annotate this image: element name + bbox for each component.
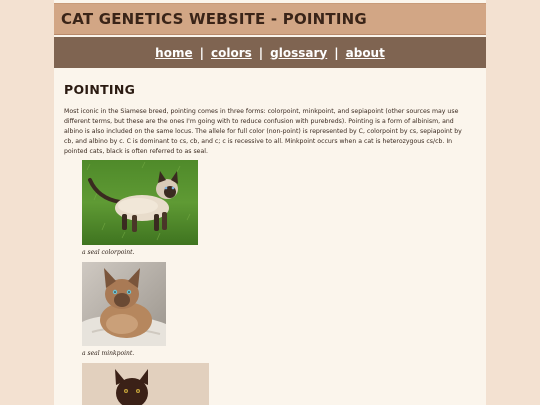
main-content: POINTING Most iconic in the Siamese bree…	[64, 82, 472, 157]
nav-link-glossary[interactable]: glossary	[270, 46, 327, 60]
figure-sepiapoint	[82, 363, 209, 405]
nav-link-colors[interactable]: colors	[211, 46, 252, 60]
dark-cat-photo	[82, 363, 209, 405]
nav-separator: |	[258, 45, 264, 60]
siamese-cat-photo	[82, 160, 198, 245]
figure-caption: a seal minkpoint.	[82, 350, 135, 357]
page-title: POINTING	[64, 82, 136, 97]
main-nav: home | colors | glossary | about	[54, 37, 486, 68]
figure-caption: a seal colorpoint.	[82, 249, 135, 256]
nav-separator: |	[199, 45, 204, 60]
nav-separator: |	[334, 45, 339, 60]
minkpoint-cat-photo	[82, 262, 166, 346]
figure-seal-minkpoint: a seal minkpoint.	[82, 262, 166, 357]
nav-link-about[interactable]: about	[346, 46, 385, 60]
site-title: CAT GENETICS WEBSITE - POINTING	[61, 10, 367, 28]
intro-paragraph: Most iconic in the Siamese breed, pointi…	[64, 108, 462, 155]
nav-link-home[interactable]: home	[155, 46, 192, 60]
site-header: CAT GENETICS WEBSITE - POINTING	[54, 3, 486, 35]
figure-seal-colorpoint: a seal colorpoint.	[82, 160, 198, 256]
